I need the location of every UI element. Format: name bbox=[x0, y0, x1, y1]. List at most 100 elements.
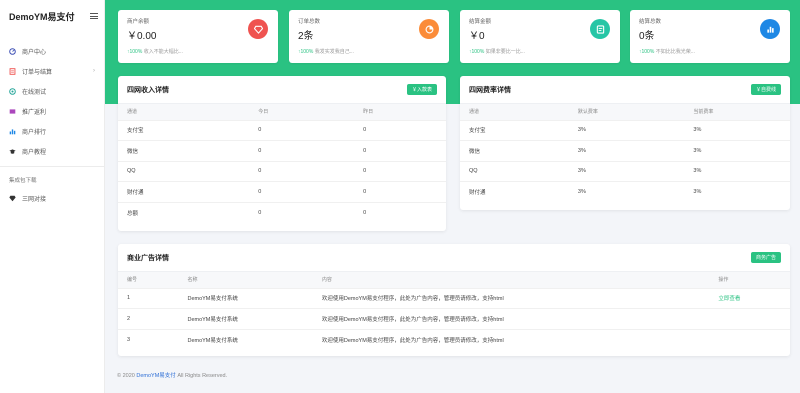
panel-title: 四网收入详情 bbox=[127, 86, 169, 94]
table-cell: 支付宝 bbox=[460, 119, 569, 141]
table-cell: 0 bbox=[249, 201, 355, 223]
table-cell: 财付通 bbox=[460, 181, 569, 202]
orders-icon bbox=[9, 67, 16, 75]
sidebar-item-ranking[interactable]: 商户排行 bbox=[0, 121, 104, 141]
footer-brand-link[interactable]: DemoYM易支付 bbox=[136, 373, 175, 379]
dashboard-icon bbox=[9, 47, 16, 55]
table-row: 支付宝 3% 3% bbox=[460, 119, 790, 141]
sidebar-item-three-network[interactable]: 三网对接 bbox=[0, 188, 104, 208]
table-cell: 总额 bbox=[118, 201, 250, 223]
table-cell: 1 bbox=[118, 287, 179, 309]
income-table: 通道 今日 昨日 支付宝 0 0 微信 0 0 QQ 0 0 财付通 0 0 总额 0 0 bbox=[118, 104, 446, 223]
panel-title: 商业广告详情 bbox=[127, 254, 169, 262]
stat-label: 结算金额 bbox=[469, 19, 492, 25]
sidebar: DemoYM易支付 商户中心 订单与结算 › 在线测试 推广返利 商户排行 商户… bbox=[0, 0, 105, 393]
table-cell: QQ bbox=[460, 160, 569, 182]
table-cell: 3% bbox=[568, 119, 685, 141]
stat-label: 商户余额 bbox=[127, 19, 150, 25]
sidebar-item-tutorial[interactable]: 商户教程 bbox=[0, 141, 104, 161]
sidebar-item-promotion[interactable]: 推广返利 bbox=[0, 101, 104, 121]
view-now-link[interactable] bbox=[709, 328, 790, 350]
column-header: 通道 bbox=[118, 104, 250, 120]
table-cell: 0 bbox=[354, 140, 446, 161]
bar-chart-icon bbox=[760, 19, 780, 39]
wallet-icon bbox=[590, 19, 610, 39]
panel-header: 四网收入详情 ￥入款表 bbox=[118, 76, 446, 104]
sidebar-item-label: 商户教程 bbox=[22, 149, 47, 156]
stat-label: 订单总数 bbox=[298, 19, 321, 25]
table-cell: 欢迎使用DemoYM易支付程序，此处为广告内容，管理员请修改，支持html bbox=[312, 328, 710, 350]
stat-card-settlement-amount: 结算金额 ￥0 ↑100% 如果非要比一比... bbox=[460, 10, 620, 63]
sidebar-item-online-test[interactable]: 在线测试 bbox=[0, 81, 104, 101]
table-cell: 3% bbox=[684, 160, 790, 182]
stat-trend: ↑100% bbox=[298, 49, 314, 55]
ads-table: 编号 名称 内容 操作 1 DemoYM易支付系统 欢迎使用DemoYM易支付程序，… bbox=[118, 272, 790, 350]
table-row: 微信 0 0 bbox=[118, 140, 446, 161]
sidebar-item-label: 三网对接 bbox=[22, 196, 47, 203]
view-now-link[interactable]: 立即查看 bbox=[709, 287, 790, 309]
stat-label: 结算总数 bbox=[639, 19, 662, 25]
sidebar-item-label: 在线测试 bbox=[22, 89, 47, 96]
table-row: 财付通 0 0 bbox=[118, 181, 446, 202]
menu-toggle-icon[interactable] bbox=[90, 13, 98, 19]
table-header-row: 通道 默认费率 当前费率 bbox=[460, 104, 790, 120]
table-header-row: 编号 名称 内容 操作 bbox=[118, 272, 790, 288]
column-header: 编号 bbox=[118, 272, 179, 288]
rates-button[interactable]: ￥自费线 bbox=[750, 84, 781, 95]
table-row: QQ 3% 3% bbox=[460, 160, 790, 182]
table-row: 2 DemoYM易支付系统 欢迎使用DemoYM易支付程序，此处为广告内容，管理员请… bbox=[118, 308, 790, 329]
table-header-row: 通道 今日 昨日 bbox=[118, 104, 446, 120]
sidebar-item-label: 推广返利 bbox=[22, 109, 47, 116]
table-row: 财付通 3% 3% bbox=[460, 181, 790, 202]
sidebar-item-merchant-center[interactable]: 商户中心 bbox=[0, 41, 104, 61]
column-header: 内容 bbox=[312, 272, 710, 288]
rates-table: 通道 默认费率 当前费率 支付宝 3% 3% 微信 3% 3% QQ 3% 3% 财付通 3%… bbox=[460, 104, 790, 202]
sidebar-nav: 商户中心 订单与结算 › 在线测试 推广返利 商户排行 商户教程 集成包下载 三… bbox=[0, 32, 104, 208]
table-row: 微信 3% 3% bbox=[460, 140, 790, 161]
table-cell: 0 bbox=[354, 119, 446, 141]
stat-note: ↑100% 我发实发我自己... bbox=[298, 48, 354, 55]
column-header: 默认费率 bbox=[568, 104, 685, 120]
ads-button[interactable]: 商务广告 bbox=[750, 252, 781, 263]
income-panel: 四网收入详情 ￥入款表 通道 今日 昨日 支付宝 0 0 微信 0 0 QQ 0 0 财付通… bbox=[118, 76, 446, 231]
income-table-button[interactable]: ￥入款表 bbox=[406, 84, 437, 95]
stat-card-orders: 订单总数 2条 ↑100% 我发实发我自己... bbox=[289, 10, 449, 63]
ranking-icon bbox=[9, 128, 16, 135]
sidebar-item-label: 商户中心 bbox=[22, 49, 47, 56]
sidebar-divider bbox=[0, 166, 104, 167]
panel-header: 商业广告详情 商务广告 bbox=[118, 244, 790, 272]
table-cell: 3% bbox=[568, 140, 685, 161]
column-header: 通道 bbox=[460, 104, 569, 120]
stat-trend: ↑100% bbox=[639, 49, 655, 55]
table-cell: QQ bbox=[118, 160, 250, 182]
chart-pie-icon bbox=[419, 19, 439, 39]
table-cell: 微信 bbox=[460, 140, 569, 161]
rates-panel: 四网费率详情 ￥自费线 通道 默认费率 当前费率 支付宝 3% 3% 微信 3% 3% … bbox=[460, 76, 790, 210]
stat-note-text: 我发实发我自己... bbox=[314, 49, 354, 55]
column-header: 操作 bbox=[709, 272, 790, 288]
panel-title: 四网费率详情 bbox=[469, 86, 511, 94]
ads-panel: 商业广告详情 商务广告 编号 名称 内容 操作 1 DemoYM易支付系统 欢迎使用… bbox=[118, 244, 790, 356]
sidebar-item-orders[interactable]: 订单与结算 › bbox=[0, 61, 104, 81]
brand-logo-text: DemoYM易支付 bbox=[9, 11, 75, 22]
promotion-icon bbox=[9, 108, 16, 115]
table-cell: DemoYM易支付系统 bbox=[178, 308, 313, 329]
table-cell: 3% bbox=[684, 119, 790, 141]
gem-icon bbox=[248, 19, 268, 39]
table-cell: DemoYM易支付系统 bbox=[178, 287, 313, 309]
sidebar-section-label: 集成包下载 bbox=[9, 178, 37, 184]
column-header: 名称 bbox=[178, 272, 313, 288]
table-cell: 0 bbox=[354, 181, 446, 202]
view-now-link[interactable] bbox=[709, 308, 790, 329]
footer-rights: All Rights Reserved. bbox=[177, 373, 228, 379]
footer: © 2020 DemoYM易支付 All Rights Reserved. bbox=[117, 371, 227, 379]
table-cell: 3% bbox=[684, 181, 790, 202]
table-row: 总额 0 0 bbox=[118, 201, 446, 223]
diamond-icon bbox=[9, 195, 16, 202]
stat-trend: ↑100% bbox=[127, 49, 143, 55]
column-header: 今日 bbox=[249, 104, 355, 120]
table-cell: 0 bbox=[354, 201, 446, 223]
stat-note-text: 收入不能大幅比... bbox=[143, 49, 183, 55]
table-cell: 3% bbox=[568, 160, 685, 182]
table-cell: 3% bbox=[684, 140, 790, 161]
